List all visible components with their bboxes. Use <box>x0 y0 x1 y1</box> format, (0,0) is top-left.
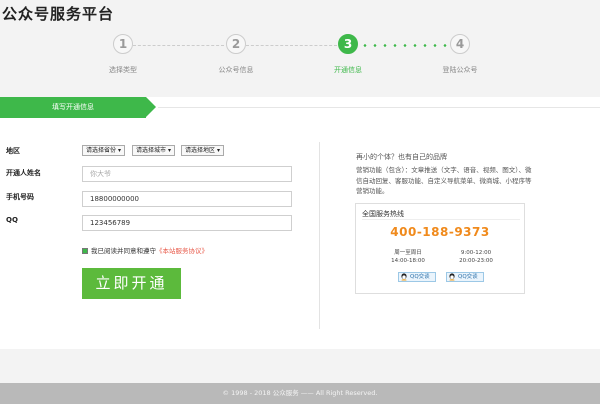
name-input[interactable]: 你大爷 <box>82 166 292 182</box>
qq-label: QQ <box>6 216 18 224</box>
phone-input[interactable]: 18800000000 <box>82 191 292 207</box>
qq-chat-label: QQ交谈 <box>458 274 478 280</box>
qq-chat-label: QQ交谈 <box>410 274 430 280</box>
province-select[interactable]: 请选择省份 ▾ <box>82 145 125 156</box>
qq-penguin-icon <box>449 273 455 281</box>
step-3-active: 3 开通信息 <box>308 34 388 75</box>
city-select[interactable]: 请选择城市 ▾ <box>132 145 175 156</box>
column-divider <box>319 142 320 329</box>
step-4: 4 登陆公众号 <box>420 34 500 75</box>
phone-label: 手机号码 <box>6 193 34 201</box>
brand-question: 再小的个体？也有自己的品牌 <box>356 153 447 161</box>
province-value: 请选择省份 <box>86 147 117 154</box>
service-days: 周一至周日 <box>394 250 422 256</box>
service-days: 9:00-12:00 <box>460 250 492 256</box>
district-select[interactable]: 请选择地区 ▾ <box>181 145 224 156</box>
form-panel: 填写开通信息 地区 请选择省份 ▾ 请选择城市 ▾ 请选择地区 ▾ 开通人姓名 … <box>0 97 600 349</box>
chevron-down-icon: ▾ <box>167 147 171 154</box>
submit-button[interactable]: 立即开通 <box>82 268 181 299</box>
step-label: 开通信息 <box>334 66 362 74</box>
footer-copyright: © 1998 - 2018 公众服务 —— All Right Reserved… <box>0 383 600 404</box>
service-time: 9:00-12:00 20:00-23:00 <box>446 249 506 265</box>
step-label: 公众号信息 <box>218 66 254 74</box>
qq-chat-button[interactable]: QQ交谈 <box>446 272 484 282</box>
chevron-down-icon: ▾ <box>117 147 121 154</box>
section-banner: 填写开通信息 <box>0 97 156 118</box>
city-value: 请选择城市 <box>136 147 167 154</box>
step-1: 1 选择类型 <box>83 34 163 75</box>
hotline-box: 全国服务热线 400-188-9373 周一至周日 14:00-18:00 9:… <box>355 203 525 294</box>
step-2: 2 公众号信息 <box>196 34 276 75</box>
divider <box>362 212 520 220</box>
progress-stepper: 1 选择类型 2 公众号信息 3 开通信息 4 登陆公众号 <box>0 34 600 84</box>
step-number: 3 <box>338 34 358 54</box>
step-label: 登陆公众号 <box>442 66 478 74</box>
step-number: 2 <box>226 34 246 54</box>
district-value: 请选择地区 <box>185 147 216 154</box>
chevron-down-icon: ▾ <box>216 147 220 154</box>
step-label: 选择类型 <box>109 66 137 74</box>
service-hours: 20:00-23:00 <box>459 258 493 264</box>
region-label: 地区 <box>6 147 20 155</box>
agree-checkbox[interactable] <box>82 248 88 254</box>
terms-link[interactable]: 《本站服务协议》 <box>156 247 208 255</box>
divider <box>158 107 600 108</box>
service-time: 周一至周日 14:00-18:00 <box>378 249 438 265</box>
service-hours: 14:00-18:00 <box>391 258 425 264</box>
agreement-row: 我已阅读并同意和遵守《本站服务协议》 <box>82 245 208 255</box>
feature-description: 营销功能（包含）：文章推送（文字、语音、视频、图文）、微信自动回复、客服功能、自… <box>356 166 532 195</box>
qq-penguin-icon <box>401 273 407 281</box>
agree-text: 我已阅读并同意和遵守 <box>91 247 156 255</box>
page-title: 公众号服务平台 <box>2 5 115 23</box>
step-number: 4 <box>450 34 470 54</box>
name-label: 开通人姓名 <box>6 169 41 177</box>
hotline-phone: 400-188-9373 <box>390 225 490 239</box>
qq-input[interactable]: 123456789 <box>82 215 292 231</box>
qq-chat-button[interactable]: QQ交谈 <box>398 272 436 282</box>
step-number: 1 <box>113 34 133 54</box>
